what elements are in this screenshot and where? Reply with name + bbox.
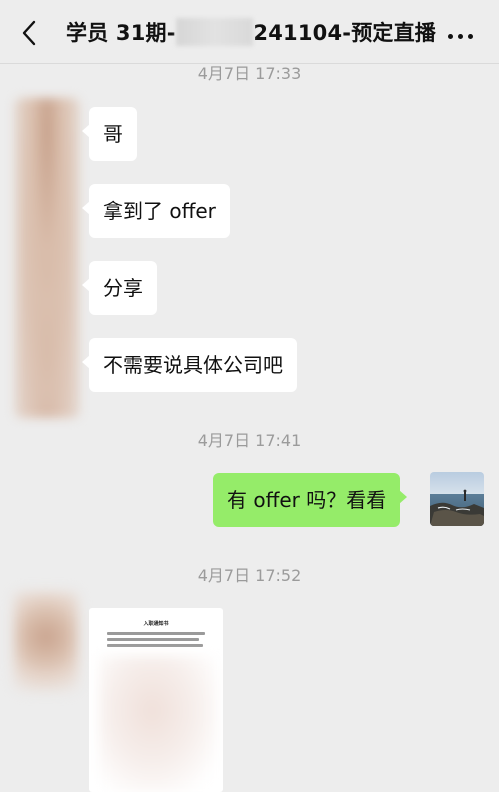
- message-text: 哥: [103, 122, 123, 146]
- chat-title-prefix: 学员 31期-: [66, 21, 176, 45]
- outgoing-message-bubble[interactable]: 有 offer 吗？看看: [213, 473, 408, 527]
- incoming-message-bubble[interactable]: 哥: [82, 107, 137, 161]
- sender-avatar-blurred[interactable]: [14, 98, 80, 418]
- message-text: 不需要说具体公司吧: [103, 353, 283, 377]
- document-redacted-blur: [99, 656, 217, 792]
- incoming-message-bubble[interactable]: 分享: [82, 261, 157, 315]
- back-button[interactable]: [14, 16, 44, 50]
- chevron-left-icon: [22, 20, 36, 46]
- document-title: 入职通知书: [143, 621, 169, 627]
- message-text: 分享: [103, 276, 143, 300]
- incoming-message-bubble[interactable]: 拿到了 offer: [82, 184, 230, 238]
- message-timestamp: 4月7日 17:52: [197, 566, 302, 585]
- message-timestamp: 4月7日 17:33: [197, 64, 302, 83]
- message-timestamp: 4月7日 17:41: [197, 431, 302, 450]
- message-text: 拿到了 offer: [103, 199, 216, 223]
- ellipsis-icon: [445, 24, 475, 43]
- document-text-line: [107, 638, 199, 641]
- more-options-button[interactable]: [443, 18, 477, 48]
- offer-letter-image[interactable]: 入职通知书: [89, 608, 223, 792]
- redacted-name-blur: [175, 18, 254, 46]
- chat-title: 学员 31期- 241104-预定直播: [66, 14, 436, 50]
- chat-header: 学员 31期- 241104-预定直播: [0, 0, 499, 64]
- chat-title-suffix: 241104-预定直播: [253, 21, 436, 45]
- incoming-message-bubble[interactable]: 不需要说具体公司吧: [82, 338, 297, 392]
- landscape-photo-icon: [430, 472, 484, 526]
- sender-avatar-blurred[interactable]: [14, 592, 78, 692]
- document-text-line: [107, 644, 203, 647]
- message-text: 有 offer 吗？看看: [227, 488, 387, 512]
- document-text-line: [107, 632, 205, 635]
- chat-screen: 学员 31期- 241104-预定直播 4月7日 17:33 哥 拿到了 off…: [0, 0, 499, 792]
- self-avatar[interactable]: [430, 472, 484, 526]
